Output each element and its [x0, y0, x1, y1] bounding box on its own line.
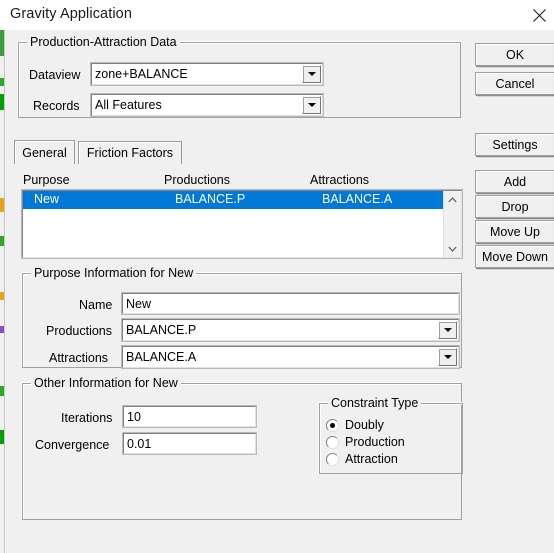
radio-doubly-indicator — [326, 418, 339, 432]
cancel-button[interactable]: Cancel — [475, 72, 554, 95]
settings-button-label: Settings — [492, 137, 538, 152]
column-header-attractions: Attractions — [310, 173, 370, 187]
chevron-down-icon[interactable] — [438, 321, 457, 339]
tab-general-label: General — [22, 145, 67, 160]
column-header-purpose: Purpose — [23, 173, 70, 187]
iterations-input[interactable]: 10 — [122, 405, 257, 428]
attractions-combobox[interactable]: BALANCE.A — [121, 345, 460, 369]
tab-friction-factors[interactable]: Friction Factors — [78, 141, 182, 164]
close-icon[interactable] — [525, 0, 554, 30]
name-value: New — [126, 296, 152, 311]
tab-general[interactable]: General — [14, 140, 75, 164]
tab-friction-factors-label: Friction Factors — [86, 146, 174, 160]
window-title: Gravity Application — [10, 6, 132, 22]
settings-button[interactable]: Settings — [475, 133, 554, 156]
name-input[interactable]: New — [121, 292, 460, 315]
convergence-label: Convergence — [35, 438, 110, 452]
dataview-label: Dataview — [29, 68, 81, 82]
ok-button[interactable]: OK — [475, 43, 554, 66]
table-row[interactable]: New BALANCE.P BALANCE.A — [23, 191, 444, 209]
move-up-button[interactable]: Move Up — [475, 220, 554, 243]
radio-doubly[interactable]: Doubly — [326, 418, 384, 432]
radio-production[interactable]: Production — [326, 435, 405, 449]
drop-button[interactable]: Drop — [475, 195, 554, 218]
production-attraction-data-group-title: Production-Attraction Data — [27, 35, 180, 49]
other-information-group-title: Other Information for New — [31, 376, 181, 390]
row-productions: BALANCE.P — [175, 192, 246, 206]
purpose-listbox[interactable]: New BALANCE.P BALANCE.A — [21, 189, 463, 259]
tab-general-underline — [15, 163, 74, 165]
iterations-value: 10 — [127, 409, 141, 424]
radio-attraction[interactable]: Attraction — [326, 452, 398, 466]
chevron-down-icon[interactable] — [302, 96, 321, 114]
move-down-button-label: Move Down — [482, 249, 548, 264]
records-value: All Features — [95, 98, 162, 112]
column-header-productions: Productions — [164, 173, 231, 187]
records-combobox[interactable]: All Features — [90, 93, 324, 117]
constraint-type-group-title: Constraint Type — [328, 396, 422, 410]
attractions-label: Attractions — [49, 351, 109, 365]
chevron-down-icon[interactable] — [302, 65, 321, 83]
convergence-value: 0.01 — [127, 436, 152, 451]
drop-button-label: Drop — [501, 199, 529, 214]
dataview-combobox[interactable]: zone+BALANCE — [90, 62, 324, 86]
chevron-down-icon[interactable] — [438, 348, 457, 366]
radio-attraction-indicator — [326, 452, 339, 466]
chevron-down-icon[interactable] — [444, 240, 461, 257]
radio-doubly-label: Doubly — [345, 418, 384, 432]
row-purpose: New — [34, 192, 60, 206]
iterations-label: Iterations — [61, 411, 113, 425]
radio-production-indicator — [326, 435, 339, 449]
name-label: Name — [79, 298, 113, 312]
add-button[interactable]: Add — [475, 170, 554, 193]
productions-value: BALANCE.P — [126, 323, 197, 337]
move-down-button[interactable]: Move Down — [475, 245, 554, 268]
gravity-application-dialog: Gravity Application Production-Attractio… — [0, 0, 554, 553]
purpose-information-group-title: Purpose Information for New — [31, 266, 197, 280]
productions-label: Productions — [46, 324, 113, 338]
row-attractions: BALANCE.A — [322, 192, 393, 206]
ok-button-label: OK — [505, 47, 525, 62]
move-up-button-label: Move Up — [489, 224, 541, 239]
chevron-up-icon[interactable] — [444, 191, 461, 208]
attractions-value: BALANCE.A — [126, 350, 197, 364]
add-button-label: Add — [503, 174, 527, 189]
productions-combobox[interactable]: BALANCE.P — [121, 318, 460, 342]
dialog-client-area: Production-Attraction Data Dataview zone… — [4, 30, 554, 553]
convergence-input[interactable]: 0.01 — [122, 432, 257, 455]
cancel-button-label: Cancel — [495, 76, 535, 91]
title-bar: Gravity Application — [0, 0, 554, 30]
dataview-value: zone+BALANCE — [95, 67, 188, 81]
listbox-scrollbar[interactable] — [443, 191, 461, 257]
radio-production-label: Production — [345, 435, 405, 449]
records-label: Records — [33, 99, 80, 113]
radio-attraction-label: Attraction — [345, 452, 398, 466]
